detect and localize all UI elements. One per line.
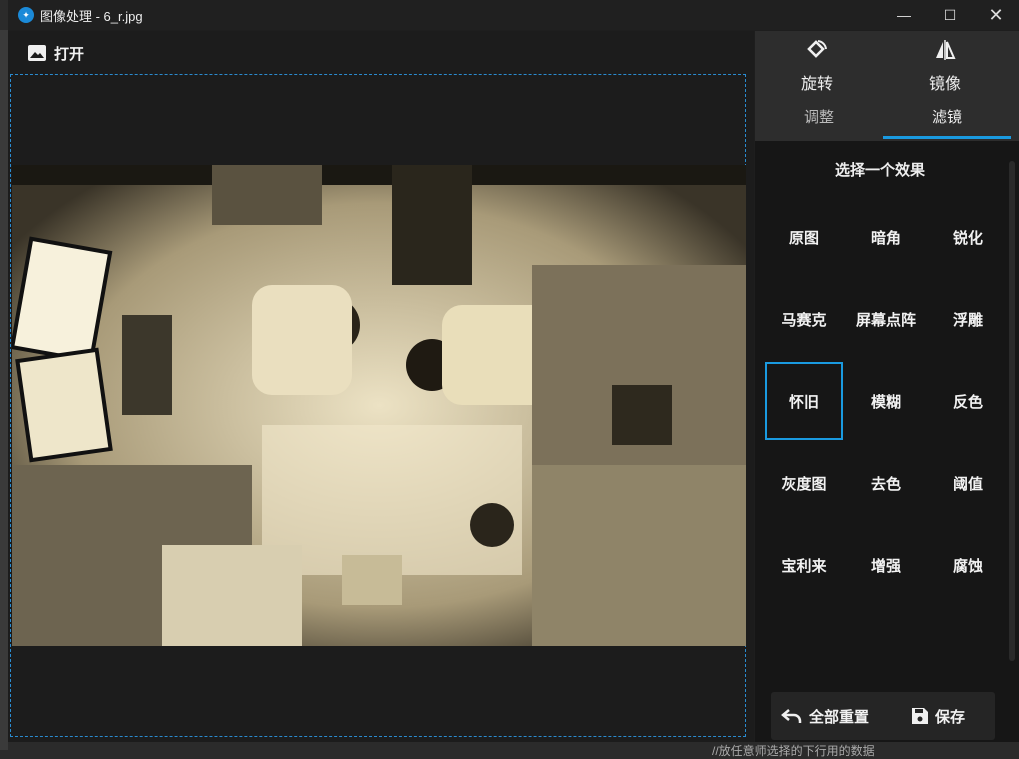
save-button[interactable]: 保存: [911, 692, 965, 740]
effect-halftone[interactable]: 屏幕点阵: [847, 280, 925, 358]
effect-vignette[interactable]: 暗角: [847, 198, 925, 276]
effect-blur[interactable]: 模糊: [847, 362, 925, 440]
image-pane: 打开: [8, 31, 754, 742]
mirror-button[interactable]: 镜像: [885, 39, 1005, 94]
effect-invert[interactable]: 反色: [929, 362, 1007, 440]
background-text: //放任意师选择的下行用的数据: [712, 744, 875, 758]
action-bar: 全部重置 保存: [771, 692, 995, 740]
minimize-button[interactable]: —: [881, 0, 927, 30]
tool-bar: 旋转 镜像 调整 滤镜: [755, 31, 1019, 141]
effect-sharpen[interactable]: 锐化: [929, 198, 1007, 276]
app-icon: ✦: [18, 7, 34, 23]
save-icon: [912, 708, 928, 724]
desktop-edge: [0, 30, 8, 750]
reset-all-button[interactable]: 全部重置: [781, 692, 869, 740]
effects-heading: 选择一个效果: [834, 162, 925, 179]
open-button[interactable]: 打开: [28, 41, 84, 65]
tab-adjust[interactable]: 调整: [755, 103, 883, 139]
effect-erode[interactable]: 腐蚀: [929, 526, 1007, 604]
effects-scrollbar[interactable]: [1009, 161, 1015, 661]
control-panel: 旋转 镜像 调整 滤镜 选择一个效果 原图 暗角 锐化 马赛克 屏幕点阵 浮雕 …: [755, 31, 1019, 742]
rotate-button[interactable]: 旋转: [757, 39, 877, 94]
rotate-icon: [807, 40, 827, 58]
sepia-photo: [12, 165, 746, 646]
effect-vintage[interactable]: 怀旧: [765, 362, 843, 440]
close-button[interactable]: ✕: [973, 0, 1019, 30]
app-window: ✦ 图像处理 - 6_r.jpg — ☐ ✕ 打开 旋转 镜像 调整 滤镜 选择…: [8, 0, 1019, 742]
effect-enhance[interactable]: 增强: [847, 526, 925, 604]
mirror-icon: [936, 40, 956, 60]
effect-mosaic[interactable]: 马赛克: [765, 280, 843, 358]
rotate-label: 旋转: [800, 76, 833, 93]
tab-filter[interactable]: 滤镜: [883, 103, 1011, 139]
window-title: 图像处理 - 6_r.jpg: [40, 8, 143, 24]
effect-original[interactable]: 原图: [765, 198, 843, 276]
undo-icon: [781, 709, 802, 723]
open-label: 打开: [54, 45, 85, 63]
title-bar: ✦ 图像处理 - 6_r.jpg — ☐ ✕: [8, 0, 1019, 30]
maximize-button[interactable]: ☐: [927, 0, 973, 30]
effect-emboss[interactable]: 浮雕: [929, 280, 1007, 358]
effect-grayscale[interactable]: 灰度图: [765, 444, 843, 522]
image-canvas[interactable]: [10, 74, 746, 737]
image-icon: [28, 45, 46, 61]
effect-polaroid[interactable]: 宝利来: [765, 526, 843, 604]
effect-threshold[interactable]: 阈值: [929, 444, 1007, 522]
effect-desaturate[interactable]: 去色: [847, 444, 925, 522]
save-label: 保存: [935, 708, 966, 726]
mirror-label: 镜像: [928, 76, 961, 93]
reset-all-label: 全部重置: [809, 708, 870, 726]
